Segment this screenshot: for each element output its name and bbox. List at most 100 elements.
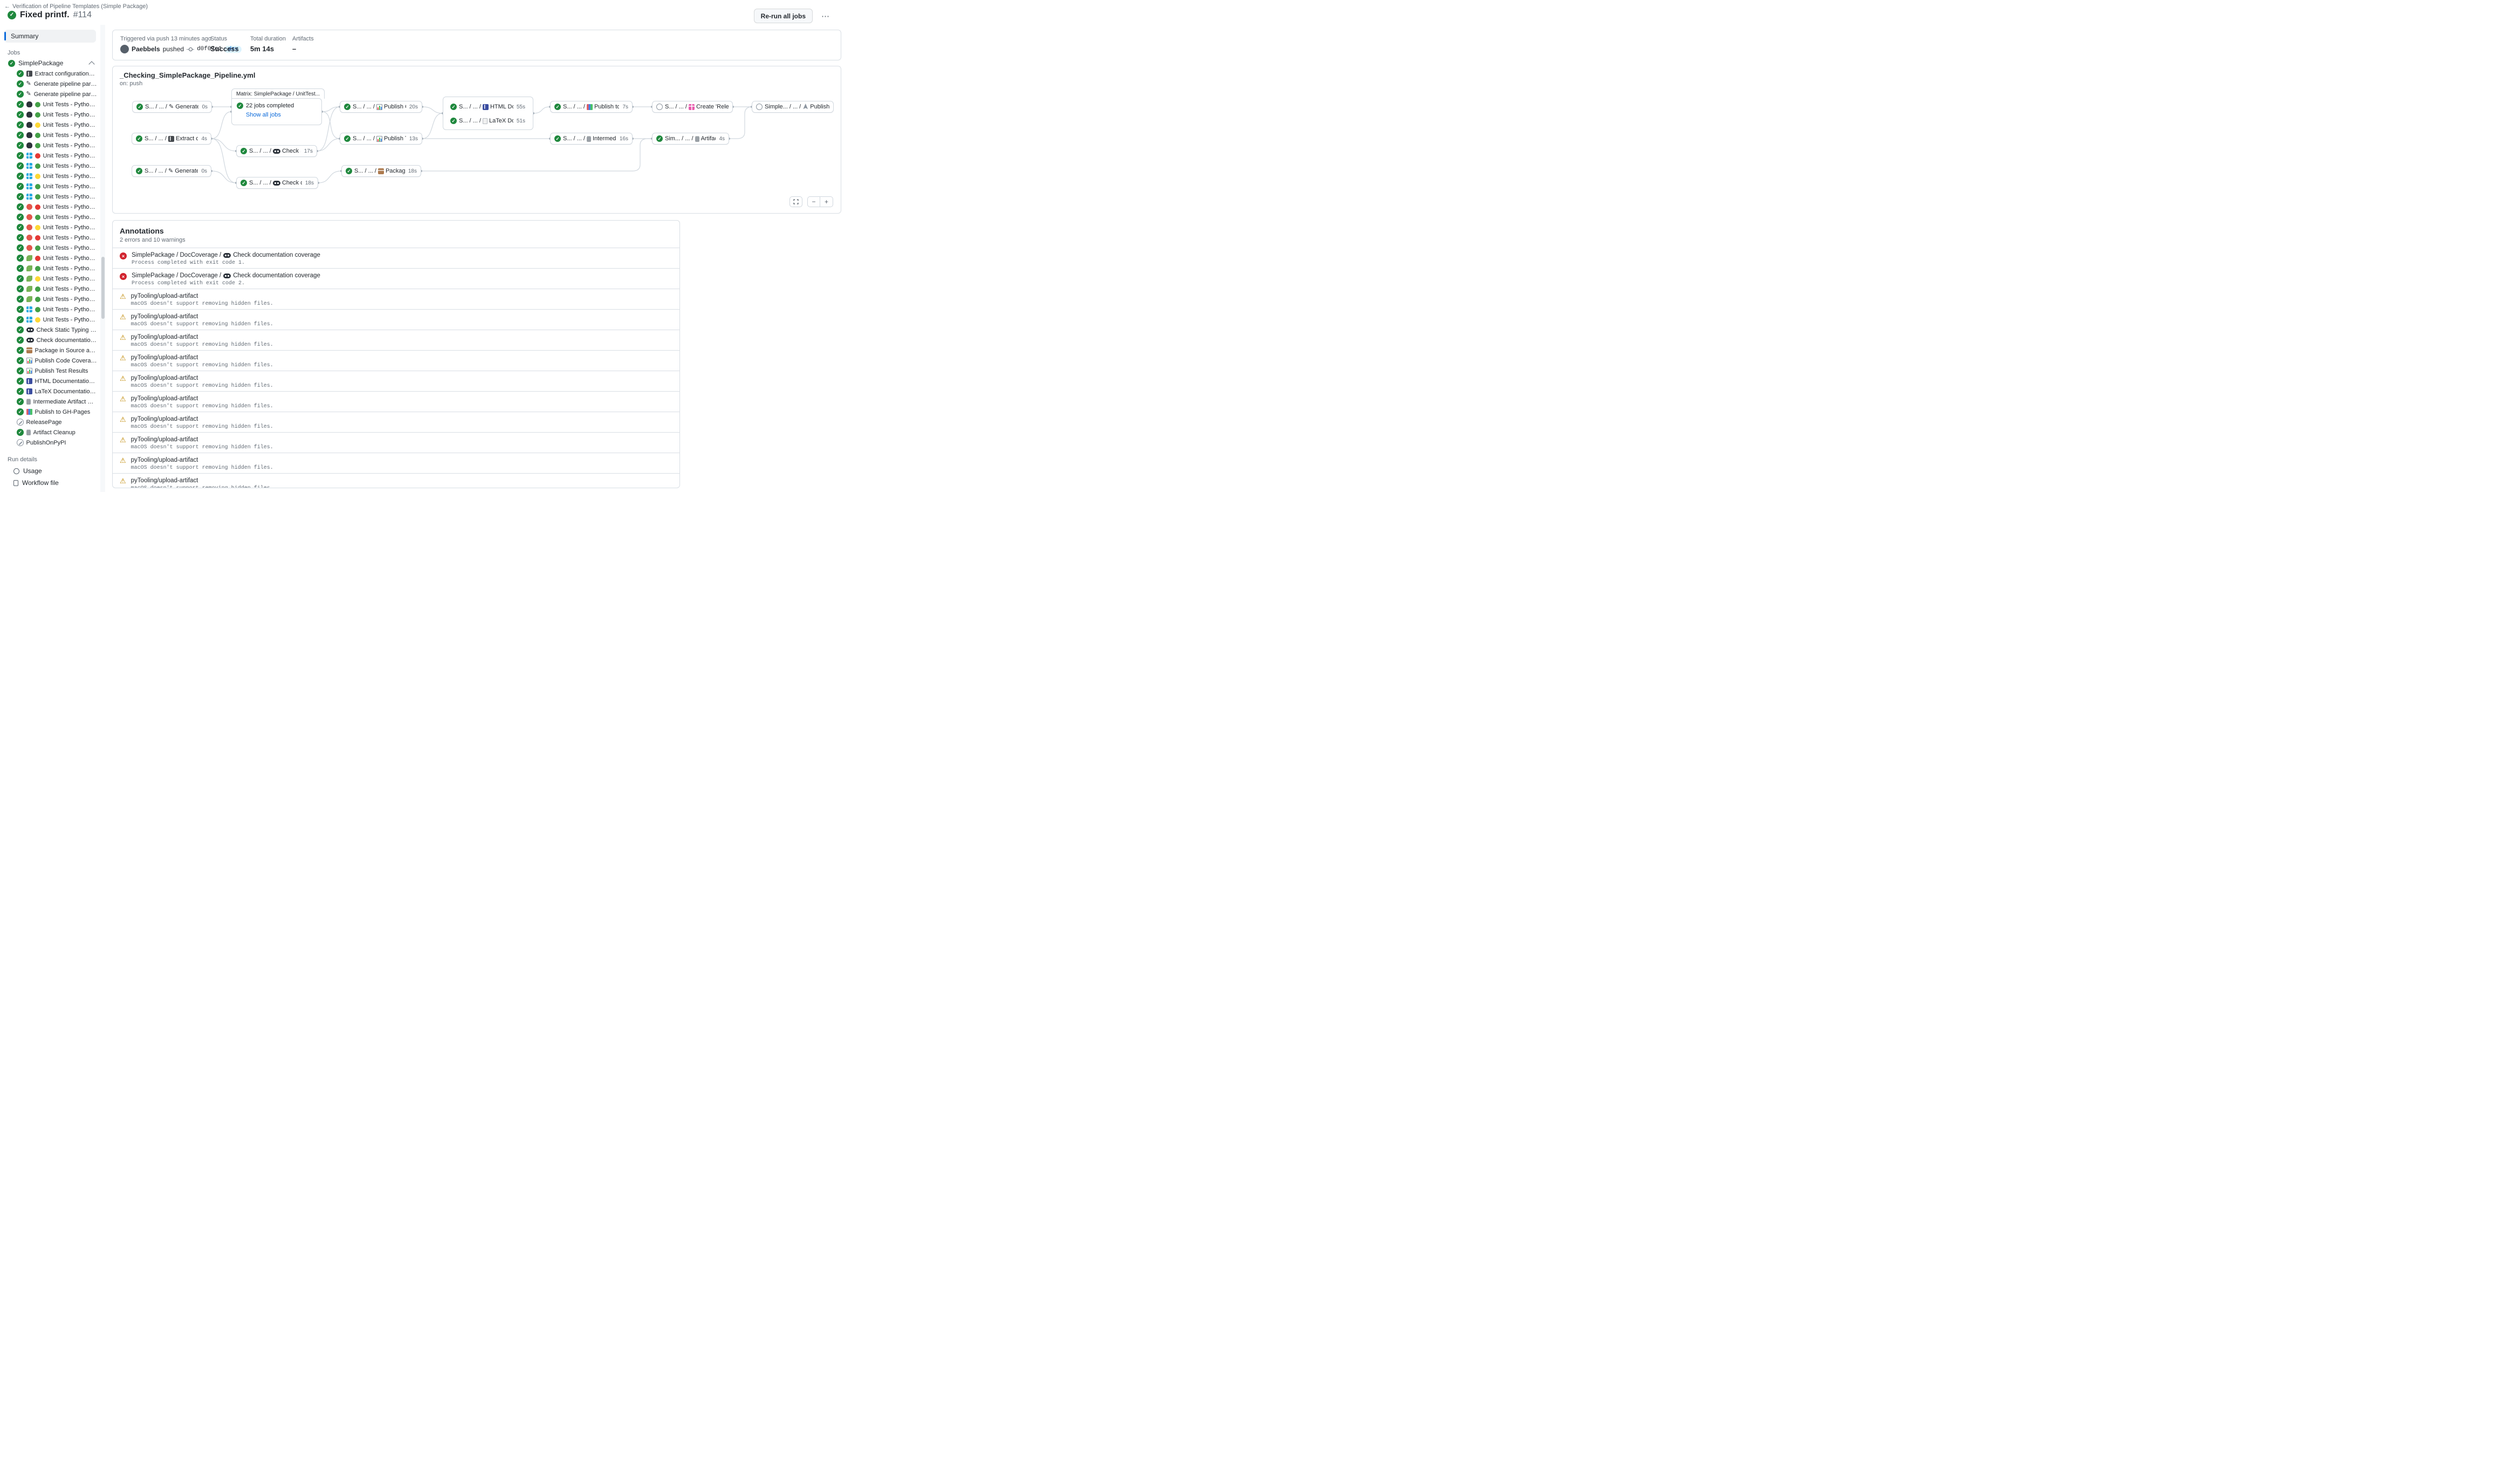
sidebar-job-item[interactable]: LaTeX Documentation using ... — [0, 386, 100, 396]
fullscreen-icon — [793, 199, 799, 204]
sidebar-job-item[interactable]: ReleasePage — [0, 417, 100, 427]
annotation-description: macOS doesn't support removing hidden fi… — [131, 342, 273, 348]
node-prefix: S... / ... / — [563, 104, 585, 110]
sidebar-job-item[interactable]: ✎Generate pipeline parameters — [0, 89, 100, 99]
sidebar-job-item[interactable]: Unit Tests - Python 3.13 — [0, 243, 100, 253]
main-content: Triggered via push 13 minutes ago Paebbe… — [106, 25, 839, 492]
sidebar-job-item[interactable]: Publish Code Coverage Results — [0, 355, 100, 366]
job-label: Check Static Typing using Pyt... — [37, 327, 98, 333]
success-check-icon — [17, 347, 24, 354]
run-details-item-usage[interactable]: Usage — [0, 465, 100, 477]
graph-node-artifact-cleanup[interactable]: Sim... / ... / Artifact Cleanup4s — [652, 133, 729, 145]
sidebar-job-item[interactable]: Package in Source and Wheel... — [0, 345, 100, 355]
sidebar-job-item[interactable]: Unit Tests - Python 3.12 — [0, 314, 100, 325]
sidebar-job-item[interactable]: Unit Tests - Python 3.12 — [0, 284, 100, 294]
sidebar-job-item[interactable]: Unit Tests - Python 3.10 — [0, 161, 100, 171]
job-label: LaTeX Documentation using ... — [35, 388, 98, 395]
graph-node-publish-code-coverage[interactable]: S... / ... / Publish Code C...20s — [340, 101, 422, 113]
node-name: HTML Docume... — [490, 104, 513, 110]
node-duration: 7s — [622, 104, 628, 110]
sidebar-job-item[interactable]: ✎Generate pipeline parameters — [0, 79, 100, 89]
sidebar-scrollbar[interactable] — [100, 25, 105, 492]
fullscreen-button[interactable] — [789, 196, 802, 207]
graph-node-publish-gh-pages[interactable]: S... / ... / Publish to GH-P...7s — [550, 101, 633, 113]
graph-node-check-doc-coverage[interactable]: S... / ... / Check docume...18s — [236, 177, 318, 189]
node-duration: 20s — [409, 104, 418, 110]
annotation-row-warning: ⚠pyTooling/upload-artifactmacOS doesn't … — [113, 309, 679, 330]
kebab-menu-button[interactable]: ⋯ — [818, 10, 833, 22]
graph-node-check-static-typing[interactable]: S... / ... / Check Static Ty...17s — [236, 145, 317, 157]
book-blue-icon — [26, 378, 32, 384]
sidebar-job-item[interactable]: Extract configurations from p... — [0, 69, 100, 79]
sidebar-job-item[interactable]: Unit Tests - Python 3.12 — [0, 130, 100, 140]
sidebar-job-item[interactable]: Unit Tests - Python 3.12 — [0, 304, 100, 314]
run-details-item-workflow-file[interactable]: Workflow file — [0, 477, 100, 489]
show-all-jobs-link[interactable]: Show all jobs — [246, 112, 281, 118]
graph-node-html-documentation[interactable]: S... / ... / HTML Docume...55s — [447, 101, 529, 113]
sidebar-job-item[interactable]: Publish to GH-Pages — [0, 407, 100, 417]
graph-node-publish-test-results[interactable]: S... / ... / Publish Test Re...13s — [340, 133, 422, 145]
success-check-icon — [17, 265, 24, 272]
sidebar-item-summary[interactable]: Summary — [4, 30, 96, 43]
apple-icon — [26, 224, 32, 230]
graph-node-intermediate-artifact-cleanup[interactable]: S... / ... / Intermediate A...16s — [550, 133, 633, 145]
graph-node-publish-to-pypi[interactable]: Simple... / ... / Publish to PyPI — [752, 101, 834, 113]
node-name: Check docume... — [282, 180, 302, 186]
sidebar: Summary Jobs SimplePackage Extract confi… — [0, 25, 100, 492]
graph-node-latex-documentation[interactable]: S... / ... / LaTeX Docume...51s — [447, 115, 529, 127]
job-label: Unit Tests - Python 3.13 — [43, 142, 98, 149]
zoom-out-button[interactable]: − — [807, 196, 820, 207]
sidebar-job-item[interactable]: PublishOnPyPI — [0, 437, 100, 448]
sidebar-job-item[interactable]: Intermediate Artifact Cleanup — [0, 396, 100, 407]
annotation-content: pyTooling/upload-artifactmacOS doesn't s… — [131, 334, 273, 346]
sidebar-job-item[interactable]: Unit Tests - Python 3.9 — [0, 99, 100, 110]
node-prefix: S... / ... / — [354, 168, 376, 174]
sidebar-job-item[interactable]: Unit Tests - Python 3.12 — [0, 233, 100, 243]
linux-icon — [26, 112, 32, 118]
duration-column: Total duration 5m 14s — [250, 36, 292, 54]
sidebar-job-item[interactable]: Unit Tests - Python 3.13 — [0, 192, 100, 202]
rerun-all-jobs-button[interactable]: Re-run all jobs — [754, 9, 813, 23]
annotation-title: pyTooling/upload-artifact — [131, 313, 273, 320]
scrollbar-thumb[interactable] — [101, 257, 105, 319]
annotation-row-warning: ⚠pyTooling/upload-artifactmacOS doesn't … — [113, 473, 679, 488]
actor-name[interactable]: Paebbels — [132, 45, 160, 53]
sidebar-job-item[interactable]: HTML Documentation using ... — [0, 376, 100, 386]
sidebar-job-item[interactable]: Unit Tests - Python 3.11 — [0, 171, 100, 181]
zoom-in-button[interactable]: + — [820, 196, 833, 207]
graph-node-package-source-wheel[interactable]: S... / ... / Package in Sou...18s — [341, 165, 421, 177]
sidebar-job-item[interactable]: Unit Tests - Python 3.13 — [0, 140, 100, 151]
sidebar-job-item[interactable]: Check documentation covera... — [0, 335, 100, 345]
graph-node-create-release-page[interactable]: S... / ... / Create 'Release Pa... — [652, 101, 733, 113]
sidebar-job-item[interactable]: Unit Tests - Python 3.9 — [0, 253, 100, 263]
sidebar-job-item[interactable]: Unit Tests - Python 3.10 — [0, 110, 100, 120]
sidebar-job-item[interactable]: Unit Tests - Python 3.11 — [0, 273, 100, 284]
graph-node-extract-configurations[interactable]: S... / ... / Extract configur...4s — [132, 133, 211, 145]
node-duration: 4s — [719, 136, 725, 142]
graph-node-generate-params-1[interactable]: S... / ... / ✎Generate pipelin...0s — [132, 101, 212, 113]
sidebar-job-item[interactable]: Check Static Typing using Pyt... — [0, 325, 100, 335]
success-check-icon — [17, 255, 24, 262]
sidebar-job-item[interactable]: Unit Tests - Python 3.10 — [0, 212, 100, 222]
sidebar-job-item[interactable]: Unit Tests - Python 3.13 — [0, 294, 100, 304]
sidebar-group-simplepackage[interactable]: SimplePackage — [0, 58, 100, 69]
avatar[interactable] — [120, 45, 129, 53]
sidebar-job-item[interactable]: Artifact Cleanup — [0, 427, 100, 437]
graph-node-generate-params-2[interactable]: S... / ... / ✎Generate pipelin...0s — [132, 165, 211, 177]
sidebar-job-item[interactable]: Publish Test Results — [0, 366, 100, 376]
sidebar-job-item[interactable]: Unit Tests - Python 3.12 — [0, 181, 100, 192]
sidebar-job-item[interactable]: Unit Tests - Python 3.11 — [0, 222, 100, 233]
breadcrumb[interactable]: ←Verification of Pipeline Templates (Sim… — [4, 3, 148, 10]
annotation-title: pyTooling/upload-artifact — [131, 436, 273, 443]
node-label: S... / ... / LaTeX Docume... — [459, 118, 513, 124]
sidebar-job-item[interactable]: Unit Tests - Python 3.10 — [0, 263, 100, 273]
success-check-icon — [17, 337, 24, 344]
sidebar-job-item[interactable]: Unit Tests - Python 3.11 — [0, 120, 100, 130]
sidebar-job-item[interactable]: Unit Tests - Python 3.9 — [0, 151, 100, 161]
node-label: S... / ... / Publish Test Re... — [353, 135, 406, 142]
success-check-icon — [17, 275, 24, 282]
package-icon — [26, 347, 32, 353]
annotation-title: pyTooling/upload-artifact — [131, 375, 273, 381]
eye-icon — [273, 181, 280, 186]
sidebar-job-item[interactable]: Unit Tests - Python 3.9 — [0, 202, 100, 212]
